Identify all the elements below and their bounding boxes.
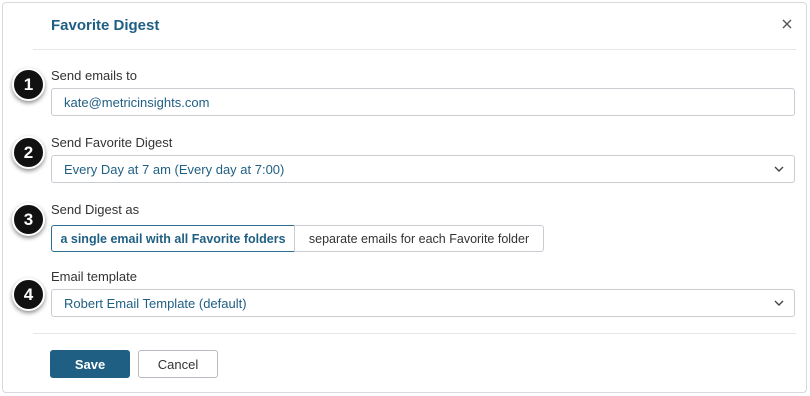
send-favorite-digest-label: Send Favorite Digest <box>51 135 173 150</box>
step-badge-4: 4 <box>12 278 45 311</box>
separate-emails-option[interactable]: separate emails for each Favorite folder <box>294 225 544 252</box>
send-emails-to-input[interactable] <box>64 89 794 115</box>
chevron-down-icon <box>774 166 784 172</box>
save-button[interactable]: Save <box>50 350 130 378</box>
email-template-label: Email template <box>51 269 137 284</box>
email-template-select[interactable]: Robert Email Template (default) <box>51 289 795 317</box>
step-badge-1: 1 <box>12 68 45 101</box>
email-template-value: Robert Email Template (default) <box>64 295 247 311</box>
chevron-down-icon <box>774 300 784 306</box>
close-icon[interactable] <box>780 17 794 31</box>
send-favorite-digest-value: Every Day at 7 am (Every day at 7:00) <box>64 161 285 177</box>
header-divider <box>33 49 796 50</box>
dialog-title: Favorite Digest <box>51 17 160 34</box>
send-emails-to-field[interactable] <box>51 88 795 116</box>
favorite-digest-dialog: Favorite Digest Send emails to Send Favo… <box>2 2 807 393</box>
footer-divider <box>33 333 796 334</box>
send-emails-to-label: Send emails to <box>51 68 137 83</box>
step-badge-3: 3 <box>12 203 45 236</box>
single-email-option[interactable]: a single email with all Favorite folders <box>51 225 295 252</box>
cancel-button[interactable]: Cancel <box>138 350 218 378</box>
send-favorite-digest-select[interactable]: Every Day at 7 am (Every day at 7:00) <box>51 155 795 183</box>
send-digest-as-label: Send Digest as <box>51 202 140 217</box>
step-badge-2: 2 <box>12 136 45 169</box>
